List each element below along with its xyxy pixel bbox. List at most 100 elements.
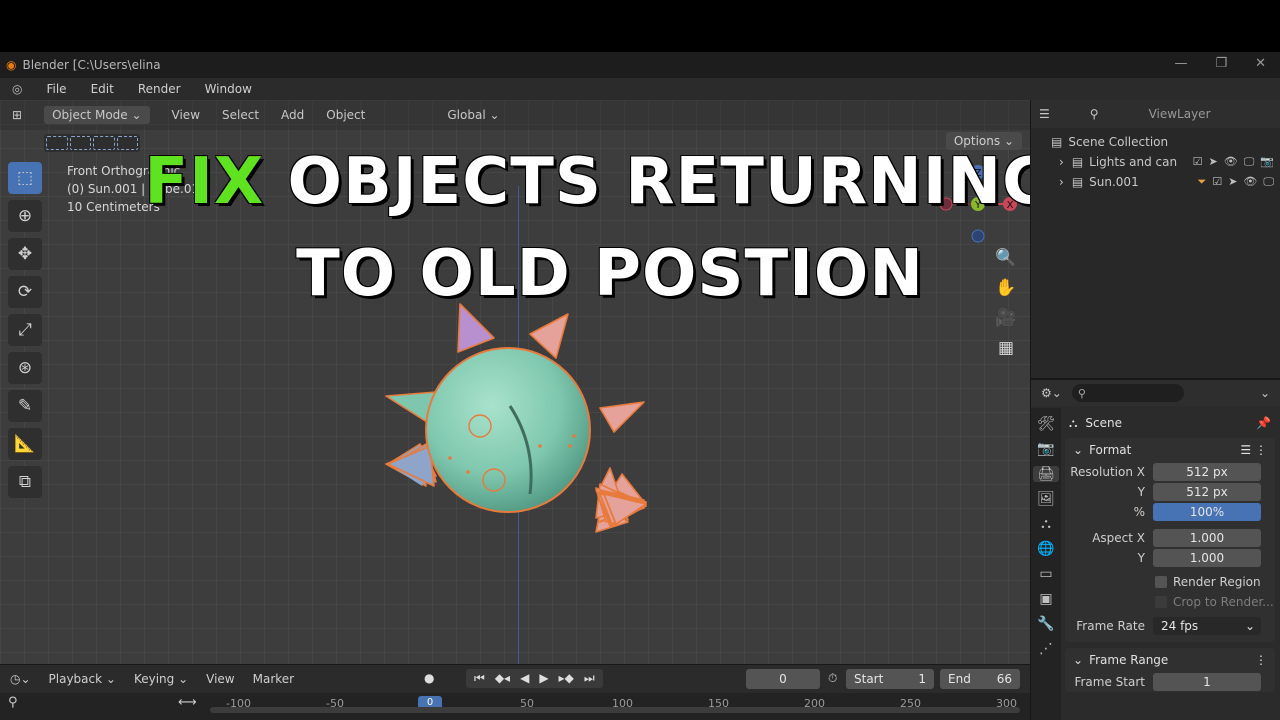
expand-arrow-icon[interactable]: › — [1059, 155, 1064, 169]
grid-ortho-icon[interactable]: ▦ — [992, 336, 1020, 360]
3d-viewport[interactable]: ⊞ Object Mode ⌄ View Select Add Object G… — [0, 100, 1030, 664]
spike-8[interactable] — [599, 401, 645, 433]
monitor-icon[interactable]: 🖵 — [1263, 175, 1274, 189]
scene-collection-row[interactable]: ▤ Scene Collection — [1031, 132, 1280, 152]
object-tab-icon[interactable]: ▣ — [1039, 591, 1052, 607]
scene-icon: ⛬ — [1069, 415, 1078, 430]
outliner-editor-icon[interactable]: ☰ — [1039, 107, 1050, 121]
chevron-down-icon: ⌄ — [1073, 653, 1084, 667]
frame-rate-row: Frame Rate 24 fps ⌄ — [1065, 616, 1275, 636]
jump-end-icon[interactable]: ⏭ — [584, 671, 595, 686]
record-icon[interactable]: ● — [424, 671, 434, 685]
crop-checkbox[interactable]: Crop to Render... — [1065, 592, 1275, 612]
render-tab-icon[interactable]: 📷 — [1037, 441, 1054, 457]
outliner-item-label: Lights and can — [1089, 155, 1178, 169]
start-frame-field[interactable]: Start 1 — [846, 669, 934, 689]
resolution-percent-slider[interactable]: 100% — [1153, 503, 1261, 521]
menu-render[interactable]: Render — [138, 82, 181, 96]
add-cube-tool[interactable]: ⧉ — [8, 466, 42, 498]
expand-arrow-icon[interactable]: › — [1059, 175, 1064, 189]
output-tab-icon[interactable]: 🖨 — [1033, 466, 1059, 482]
checkbox-icon[interactable]: ☑ — [1193, 155, 1203, 169]
prev-keyframe-icon[interactable]: ◆◂ — [495, 671, 510, 686]
modifier-tab-icon[interactable]: 🔧 — [1037, 616, 1054, 632]
object-mode-dropdown[interactable]: Object Mode ⌄ — [44, 106, 150, 124]
menu-file[interactable]: File — [46, 82, 66, 96]
collection-tab-icon[interactable]: ▭ — [1039, 566, 1052, 582]
timeline-editor-icon[interactable]: ◷⌄ — [10, 672, 31, 686]
sun-object[interactable] — [360, 296, 660, 586]
aspect-y-field[interactable]: 1.000 — [1153, 549, 1261, 567]
menu-select[interactable]: Select — [222, 108, 259, 122]
select-arrow-icon[interactable]: ➤ — [1228, 175, 1237, 189]
blender-menu-icon[interactable]: ◎ — [12, 82, 22, 96]
editor-type-icon[interactable]: ⊞ — [12, 108, 22, 122]
menu-edit[interactable]: Edit — [91, 82, 114, 96]
select-arrow-icon[interactable]: ➤ — [1209, 155, 1218, 169]
scroll-arrows-icon[interactable]: ⟷ — [178, 695, 197, 710]
frame-range-panel-header[interactable]: ⌄ Frame Range ⋮ — [1065, 648, 1275, 672]
scene-tab-icon[interactable]: ⛬ — [1041, 516, 1051, 532]
start-value: 1 — [918, 672, 926, 686]
outliner-filter-icon[interactable]: ⚲ — [1090, 107, 1099, 121]
play-reverse-icon[interactable]: ◀ — [520, 671, 529, 686]
particles-tab-icon[interactable]: ⋰ — [1039, 641, 1053, 657]
timeline-ruler[interactable]: ⚲ ⟷ -100 -50 0 50 100 150 200 250 300 — [0, 693, 1030, 720]
camera-render-icon[interactable]: 📷 — [1260, 155, 1274, 169]
marker-menu[interactable]: Marker — [253, 672, 294, 686]
timeline-view-menu[interactable]: View — [206, 672, 234, 686]
spike-2[interactable] — [529, 313, 569, 359]
properties-editor-icon[interactable]: ⚙⌄ — [1041, 386, 1062, 400]
properties-search-input[interactable]: ⚲ — [1071, 384, 1184, 402]
outliner-item-lights[interactable]: › ▤ Lights and can ☑ ➤ 👁 🖵 📷 — [1031, 152, 1280, 172]
monitor-icon[interactable]: 🖵 — [1244, 155, 1255, 169]
menu-window[interactable]: Window — [205, 82, 252, 96]
search-icon[interactable]: ⚲ — [8, 695, 18, 710]
transform-orientation-dropdown[interactable]: Global ⌄ — [447, 108, 499, 122]
sun-dot — [568, 444, 572, 448]
collection-icon: ▤ — [1051, 135, 1063, 149]
minimize-icon[interactable]: — — [1174, 56, 1187, 71]
aspect-x-field[interactable]: 1.000 — [1153, 529, 1261, 547]
view-layer-tab-icon[interactable]: 🖼 — [1037, 491, 1055, 507]
pin-icon[interactable]: 📌 — [1256, 416, 1275, 430]
transform-orientation-label: Global — [447, 108, 486, 122]
world-tab-icon[interactable]: 🌐 — [1037, 541, 1054, 557]
playback-controls: ⏮ ◆◂ ◀ ▶ ▸◆ ⏭ — [466, 669, 603, 688]
frame-rate-dropdown[interactable]: 24 fps ⌄ — [1153, 617, 1261, 635]
menu-object[interactable]: Object — [326, 108, 365, 122]
top-menu-bar: ◎ File Edit Render Window — [0, 78, 1280, 100]
eye-icon[interactable]: 👁 — [1224, 155, 1238, 169]
eye-icon[interactable]: 👁 — [1243, 175, 1257, 189]
stopwatch-icon[interactable]: ⏱ — [828, 671, 837, 686]
checkbox-icon[interactable]: ☑ — [1212, 175, 1222, 189]
current-frame-field[interactable]: 0 — [746, 669, 820, 689]
drag-handle-icon[interactable]: ⋮ — [1255, 653, 1275, 667]
menu-add[interactable]: Add — [281, 108, 304, 122]
playback-menu[interactable]: Playback ⌄ — [49, 672, 116, 686]
annotate-tool[interactable]: ✎ — [8, 390, 42, 422]
keying-menu[interactable]: Keying ⌄ — [134, 672, 188, 686]
collection-icon: ▤ — [1071, 175, 1084, 189]
timeline-editor: ◷⌄ Playback ⌄ Keying ⌄ View Marker ● ⏮ ◆… — [0, 664, 1030, 720]
resolution-y-field[interactable]: 512 px — [1153, 483, 1261, 501]
end-frame-field[interactable]: End 66 — [940, 669, 1020, 689]
format-panel-header[interactable]: ⌄ Format ☰ ⋮ — [1065, 438, 1275, 462]
render-region-checkbox[interactable]: Render Region — [1065, 572, 1275, 592]
maximize-icon[interactable]: ❐ — [1215, 56, 1227, 71]
transform-tool[interactable]: ⊛ — [8, 352, 42, 384]
close-icon[interactable]: ✕ — [1255, 56, 1266, 71]
tool-tab-icon[interactable]: 🛠 — [1037, 416, 1055, 432]
presets-icon[interactable]: ☰ ⋮ — [1240, 443, 1275, 457]
timeline-scrollbar[interactable] — [210, 707, 1020, 713]
collapse-icon[interactable]: ⌄ — [1260, 386, 1280, 400]
window-title: Blender [C:\Users\elina — [22, 58, 161, 72]
next-keyframe-icon[interactable]: ▸◆ — [559, 671, 574, 686]
menu-view[interactable]: View — [172, 108, 200, 122]
measure-tool[interactable]: 📐 — [8, 428, 42, 460]
frame-start-field[interactable]: 1 — [1153, 673, 1261, 691]
play-icon[interactable]: ▶ — [539, 671, 548, 686]
outliner-item-sun[interactable]: › ▤ Sun.001 ⏷ ☑ ➤ 👁 🖵 — [1031, 172, 1280, 192]
jump-start-icon[interactable]: ⏮ — [474, 671, 485, 686]
resolution-x-field[interactable]: 512 px — [1153, 463, 1261, 481]
